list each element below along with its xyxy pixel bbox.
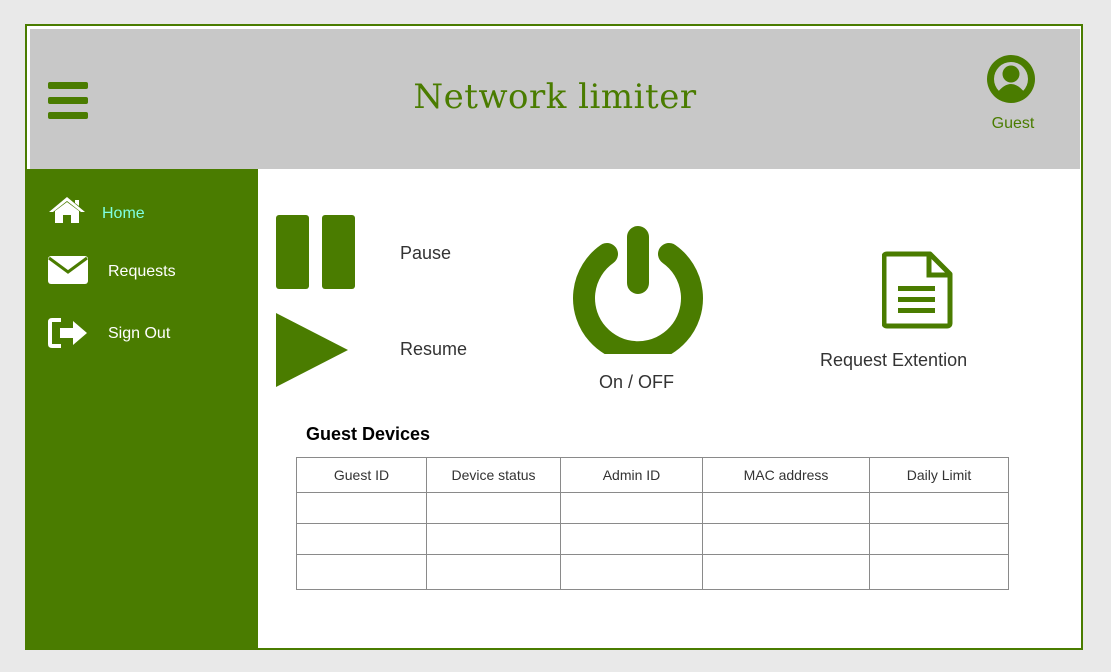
request-extension-label[interactable]: Request Extention [820, 350, 967, 371]
user-label: Guest [991, 115, 1035, 132]
table-header-row: Guest ID Device status Admin ID MAC addr… [296, 457, 1009, 493]
guest-devices-title: Guest Devices [306, 424, 431, 444]
app-window: Network limiter Guest Home Requests Sign… [25, 24, 1083, 650]
table-cell [296, 554, 427, 590]
user-avatar-icon[interactable] [985, 53, 1037, 105]
main-content: Pause Resume On / OFF Request Extention [258, 169, 1081, 650]
table-row[interactable] [296, 492, 1009, 524]
table-cell [296, 492, 427, 524]
table-cell [426, 554, 561, 590]
table-cell [869, 523, 1009, 555]
column-header-mac-address[interactable]: MAC address [702, 457, 870, 493]
table-cell [560, 492, 703, 524]
table-cell [702, 492, 870, 524]
table-row[interactable] [296, 554, 1009, 590]
envelope-icon [48, 256, 88, 284]
home-icon [49, 197, 85, 223]
table-cell [296, 523, 427, 555]
app-canvas: Network limiter Guest Home Requests Sign… [0, 0, 1111, 672]
app-title: Network limiter [413, 77, 697, 117]
sidebar-item-home[interactable]: Home [27, 193, 258, 237]
table-cell [702, 523, 870, 555]
column-header-guest-id[interactable]: Guest ID [296, 457, 427, 493]
play-icon[interactable] [276, 313, 350, 387]
sign-out-icon [48, 318, 87, 348]
power-icon[interactable] [565, 226, 711, 354]
sidebar-item-label: Sign Out [108, 325, 171, 342]
resume-label: Resume [400, 339, 468, 359]
table-cell [869, 492, 1009, 524]
column-header-admin-id[interactable]: Admin ID [560, 457, 703, 493]
sidebar-item-label: Home [102, 205, 145, 222]
pause-label: Pause [400, 243, 452, 263]
table-cell [426, 492, 561, 524]
document-icon[interactable] [882, 251, 954, 329]
sidebar-item-requests[interactable]: Requests [27, 251, 258, 295]
column-header-daily-limit[interactable]: Daily Limit [869, 457, 1009, 493]
column-header-device-status[interactable]: Device status [426, 457, 561, 493]
pause-icon[interactable] [276, 215, 356, 289]
table-cell [560, 554, 703, 590]
sidebar-item-label: Requests [108, 263, 176, 280]
table-cell [426, 523, 561, 555]
power-label: On / OFF [599, 372, 675, 392]
user-menu[interactable]: Guest [980, 53, 1050, 143]
sidebar-item-sign-out[interactable]: Sign Out [27, 314, 258, 358]
guest-devices-table: Guest ID Device status Admin ID MAC addr… [296, 457, 1009, 590]
header-bar: Network limiter Guest [30, 29, 1080, 169]
table-row[interactable] [296, 523, 1009, 555]
table-cell [560, 523, 703, 555]
sidebar: Home Requests Sign Out [27, 169, 258, 650]
table-cell [869, 554, 1009, 590]
table-cell [702, 554, 870, 590]
